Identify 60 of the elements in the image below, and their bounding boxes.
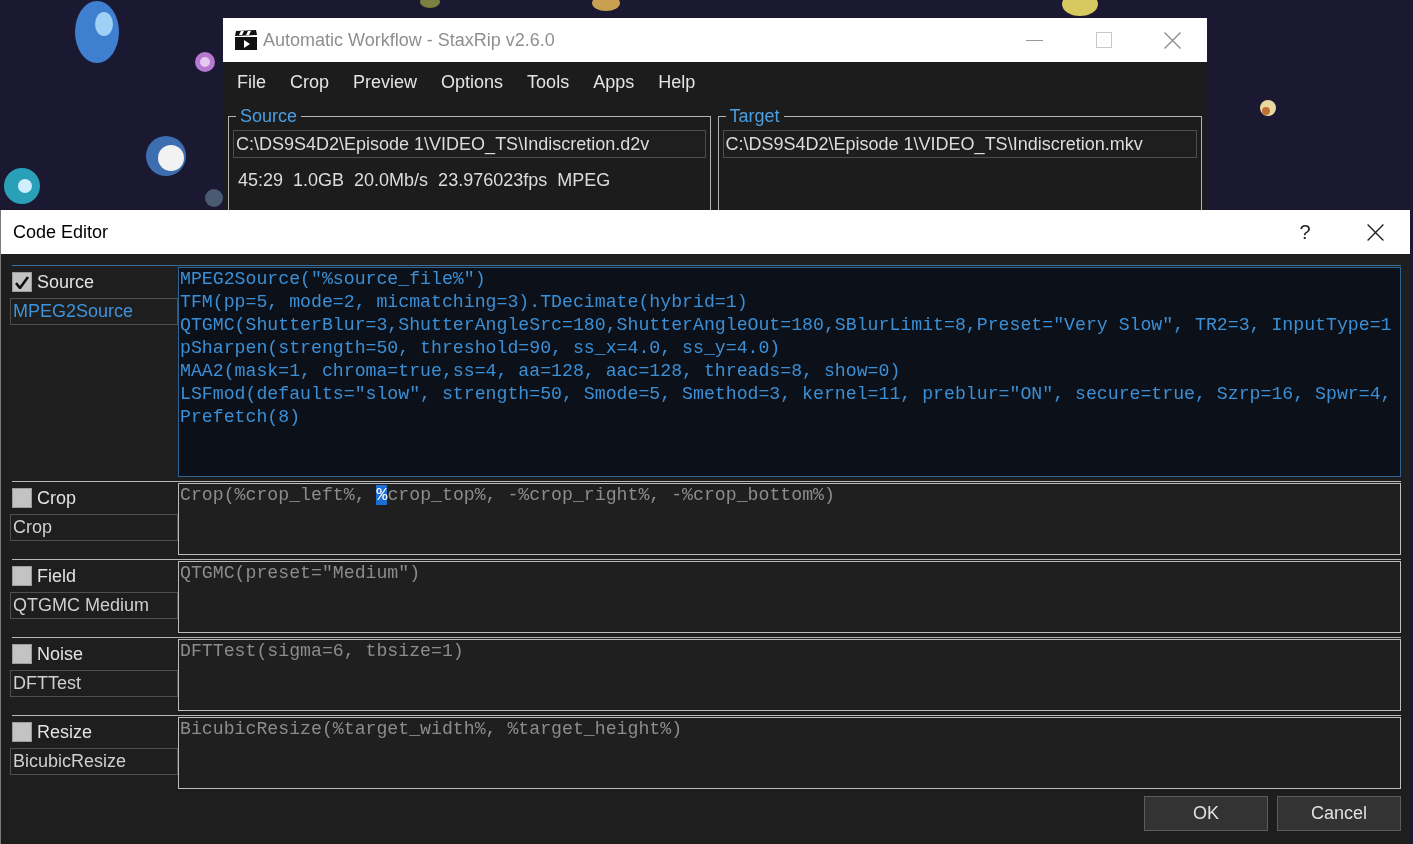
menu-item[interactable]: Help [646,70,708,94]
code-line: BicubicResize(%target_width%, %target_height%) [180,718,683,741]
sphere-drawing [205,189,223,207]
dialog-title: Code Editor [13,220,109,244]
sphere-drawing [1260,100,1276,116]
checkmark-icon [15,275,29,289]
code-line: Prefetch(8) [180,406,301,429]
media-info-text: 45:29 1.0GB 20.0Mb/s 23.976023fps MPEG [238,169,611,191]
filter-name-field[interactable]: MPEG2Source [10,298,178,325]
code-editor-field[interactable]: BicubicResize(%target_width%, %target_height%) [178,717,1401,789]
minimize-icon[interactable] [1026,39,1043,41]
cancel-button[interactable]: Cancel [1277,796,1401,831]
path-field[interactable]: C:\DS9S4D2\Episode 1\VIDEO_TS\Indiscretion.d2v [233,130,706,158]
code-line: QTGMC(preset="Medium") [180,562,421,585]
sphere-drawing [146,136,186,176]
code-line: MAA2(mask=1, chroma=true,ss=4, aa=128, aac=128, threads=8, show=0) [180,360,901,383]
filter-name-field[interactable]: BicubicResize [10,748,178,775]
clapperboard-icon [235,30,257,50]
menu-item[interactable]: Options [429,70,516,94]
checkbox[interactable] [12,566,32,586]
filter-name-field[interactable]: QTGMC Medium [10,592,178,619]
code-line: LSFmod(defaults="slow", strength=50, Smode=5, Smethod=3, kernel=11, preblur="ON", secure=true, Szrp=16, Spwr=4, [180,383,1392,406]
menu-item[interactable]: Crop [278,70,342,94]
sphere-drawing [1062,0,1098,16]
filter-category-label: Resize [37,721,93,743]
maximize-icon[interactable] [1095,32,1112,48]
filter-name-field[interactable]: DFTTest [10,670,178,697]
group-label: Source [239,105,299,127]
code-line: TFM(pp=5, mode=2, micmatching=3).TDecimate(hybrid=1) [180,291,748,314]
menu-item[interactable]: Tools [515,70,582,94]
code-editor-field[interactable]: QTGMC(preset="Medium") [178,561,1401,633]
filter-name-field[interactable]: Crop [10,514,178,541]
filter-category-label: Source [37,271,95,293]
path-field[interactable]: C:\DS9S4D2\Episode 1\VIDEO_TS\Indiscretion.mkv [722,130,1197,158]
checkbox[interactable] [12,488,32,508]
sphere-drawing [4,168,40,204]
sphere-drawing [195,52,215,72]
group-label: Target [728,105,781,127]
menu-item[interactable]: File [225,70,278,94]
filter-category-label: Crop [37,487,76,509]
filter-category-label: Field [37,565,76,587]
checkbox[interactable] [12,722,32,742]
code-editor-field[interactable]: DFTTest(sigma=6, tbsize=1) [178,639,1401,711]
sphere-drawing [592,0,620,11]
checkbox[interactable] [12,272,32,292]
ok-button[interactable]: OK [1144,796,1268,831]
code-line: DFTTest(sigma=6, tbsize=1) [180,640,464,663]
code-editor-field[interactable] [178,267,1401,477]
checkbox[interactable] [12,644,32,664]
menu-item[interactable]: Preview [341,70,430,94]
sphere-drawing [75,1,119,63]
window-title: Automatic Workflow - StaxRip v2.6.0 [263,28,555,52]
code-line: QTGMC(ShutterBlur=3,ShutterAngleSrc=180,ShutterAngleOut=180,SBlurLimit=8,Preset="Very Slow", TR2=3, InputType=1 [180,314,1392,337]
code-line: MPEG2Source("%source_file%") [180,268,486,291]
sphere-drawing [420,0,440,8]
code-line: pSharpen(strength=50, threshold=90, ss_x=4.0, ss_y=4.0) [180,337,781,360]
filter-category-label: Noise [37,643,84,665]
help-button[interactable]: ? [1270,210,1340,254]
close-icon[interactable] [1366,223,1384,241]
menu-item[interactable]: Apps [581,70,647,94]
